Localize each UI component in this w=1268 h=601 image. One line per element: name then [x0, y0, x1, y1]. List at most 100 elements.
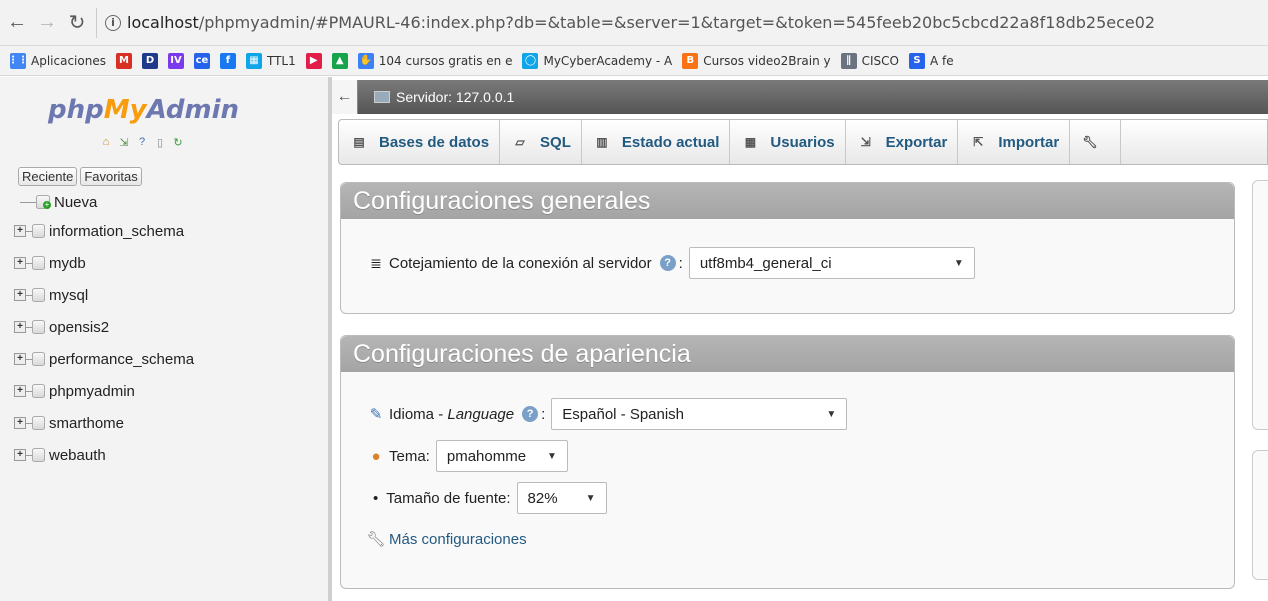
- tree-item-label: phpmyadmin: [49, 382, 135, 400]
- expand-icon[interactable]: +: [14, 257, 26, 269]
- tab-more[interactable]: 🔧︎: [1070, 120, 1122, 164]
- tree-item-label: information_schema: [49, 222, 185, 240]
- bookmark-item[interactable]: ⋮⋮ Aplicaciones: [8, 52, 106, 69]
- tree-item-phpmyadmin[interactable]: + phpmyadmin: [14, 375, 194, 407]
- colon: :: [678, 254, 683, 272]
- collation-select[interactable]: utf8mb4_general_ci ▼: [688, 247, 975, 279]
- tree-item-mysql[interactable]: + mysql: [14, 279, 194, 311]
- help-icon[interactable]: ?: [522, 406, 539, 422]
- more-settings-link[interactable]: Más configuraciones: [389, 531, 527, 548]
- tab-label: Importar: [998, 133, 1060, 151]
- help-icon[interactable]: ?: [135, 135, 149, 149]
- bookmark-item[interactable]: ◯ MyCyberAcademy - A: [522, 52, 673, 69]
- export-icon: ⇲: [860, 135, 871, 149]
- theme-select[interactable]: pmahomme ▼: [435, 440, 568, 472]
- logo-my: My: [103, 95, 147, 125]
- new-database-icon: +: [36, 195, 51, 209]
- bookmark-item[interactable]: IV: [167, 52, 184, 69]
- wrench-icon: 🔧︎: [366, 531, 386, 548]
- tree-item-webauth[interactable]: + webauth: [14, 439, 194, 471]
- quick-icons: ⌂ ⇲ ? ▯ ↻: [99, 135, 185, 149]
- forward-arrow-icon[interactable]: →: [34, 10, 60, 36]
- bookmark-label: 104 cursos gratis en e: [378, 53, 513, 68]
- palette-icon: ●: [371, 447, 381, 465]
- tab-usuarios[interactable]: ▦ Usuarios: [730, 120, 846, 164]
- tree-item-new[interactable]: + Nueva: [14, 189, 194, 215]
- reload-nav-icon[interactable]: ↻: [171, 135, 185, 149]
- tab-exportar[interactable]: ⇲ Exportar: [846, 120, 959, 164]
- server-breadcrumb-bar: ← Servidor: 127.0.0.1: [332, 80, 1268, 114]
- url-field[interactable]: i localhost/phpmyadmin/#PMAURL-46:index.…: [96, 7, 1268, 38]
- appearance-settings-panel: Configuraciones de apariencia ✎ Idioma -…: [340, 335, 1235, 589]
- info-icon[interactable]: i: [105, 14, 121, 31]
- database-icon: [32, 288, 45, 302]
- database-icon: ▤: [353, 135, 365, 149]
- language-select[interactable]: Español - Spanish ▼: [551, 398, 848, 430]
- database-icon: [32, 320, 45, 334]
- help-icon[interactable]: ?: [659, 255, 676, 271]
- tab-sql[interactable]: ▱ SQL: [500, 120, 582, 164]
- tree-item-label: Nueva: [54, 193, 98, 211]
- bookmarks-bar: ⋮⋮ Aplicaciones M D IV ce f ▦ TTL1 ▶ ▲ ✋ 104 cursos …: [0, 46, 1268, 76]
- font-size-select[interactable]: 82% ▼: [516, 482, 607, 514]
- bookmark-label: A fe: [929, 53, 954, 68]
- tab-label: Usuarios: [770, 133, 835, 151]
- expand-icon[interactable]: +: [14, 225, 26, 237]
- url-host: localhost: [127, 13, 199, 32]
- expand-icon[interactable]: +: [14, 385, 26, 397]
- server-breadcrumb[interactable]: Servidor: 127.0.0.1: [374, 89, 514, 105]
- tab-favorites[interactable]: Favoritas: [80, 167, 142, 186]
- url-path: /phpmyadmin/#PMAURL-46:index.php?db=&tab…: [198, 13, 1156, 32]
- tree-item-label: opensis2: [49, 318, 110, 336]
- font-size-label: Tamaño de fuente:: [386, 489, 511, 507]
- cursos-icon: ✋: [357, 52, 374, 69]
- language-label-em: Language: [447, 405, 515, 423]
- tab-bases-de-datos[interactable]: ▤ Bases de datos: [339, 120, 501, 164]
- bookmark-item[interactable]: ∥ CISCO: [840, 52, 899, 69]
- dropdown-arrow-icon: ▼: [826, 408, 837, 420]
- tree-item-information_schema[interactable]: + information_schema: [14, 215, 194, 247]
- browser-address-bar: ← → ↻ i localhost/phpmyadmin/#PMAURL-46:…: [0, 0, 1268, 46]
- tab-recent[interactable]: Reciente: [18, 167, 78, 186]
- bookmark-item[interactable]: D: [141, 52, 158, 69]
- bookmark-iv-icon: IV: [167, 52, 184, 69]
- tree-item-performance_schema[interactable]: + performance_schema: [14, 343, 194, 375]
- sql-icon: ▱: [515, 135, 525, 149]
- bookmark-item[interactable]: ▦ TTL1: [245, 52, 296, 69]
- ttl-icon: ▦: [245, 52, 262, 69]
- bookmark-label: MyCyberAcademy - A: [543, 53, 673, 68]
- tree-item-mydb[interactable]: + mydb: [14, 247, 194, 279]
- expand-icon[interactable]: +: [14, 289, 26, 301]
- soc-icon: S: [908, 52, 925, 69]
- bookmark-item[interactable]: ✋ 104 cursos gratis en e: [357, 52, 513, 69]
- expand-icon[interactable]: +: [14, 353, 26, 365]
- collation-list-icon: ≣: [370, 254, 382, 271]
- bookmark-item[interactable]: ▲: [331, 52, 348, 69]
- tab-estado-actual[interactable]: ▥ Estado actual: [582, 120, 731, 164]
- reload-icon[interactable]: ↻: [64, 10, 90, 36]
- tree-item-opensis2[interactable]: + opensis2: [14, 311, 194, 343]
- logout-icon[interactable]: ⇲: [117, 135, 131, 149]
- bookmark-item[interactable]: S A fe: [908, 52, 954, 69]
- bookmark-item[interactable]: B Cursos video2Brain y: [682, 52, 831, 69]
- right-panel-edge: [1252, 180, 1268, 430]
- database-icon: [32, 352, 45, 366]
- bookmark-item[interactable]: ce: [193, 52, 210, 69]
- bookmark-item[interactable]: ▶: [305, 52, 322, 69]
- collapse-arrow-icon[interactable]: ←: [332, 80, 358, 114]
- expand-icon[interactable]: +: [14, 449, 26, 461]
- bookmark-item[interactable]: M: [115, 52, 132, 69]
- back-arrow-icon[interactable]: ←: [4, 10, 30, 36]
- more-settings-row: 🔧︎ Más configuraciones: [366, 530, 527, 549]
- tab-importar[interactable]: ⇱ Importar: [958, 120, 1071, 164]
- home-icon[interactable]: ⌂: [99, 135, 113, 149]
- expand-icon[interactable]: +: [14, 417, 26, 429]
- collation-row: ≣ Cotejamiento de la conexión al servido…: [367, 247, 975, 279]
- plus-badge-icon: +: [43, 200, 51, 209]
- tree-item-smarthome[interactable]: + smarthome: [14, 407, 194, 439]
- expand-icon[interactable]: +: [14, 321, 26, 333]
- docs-icon[interactable]: ▯: [153, 135, 167, 149]
- bookmark-item[interactable]: f: [219, 52, 236, 69]
- phpmyadmin-logo[interactable]: phpMyAdmin: [48, 95, 239, 125]
- panel-resizer[interactable]: [328, 77, 332, 601]
